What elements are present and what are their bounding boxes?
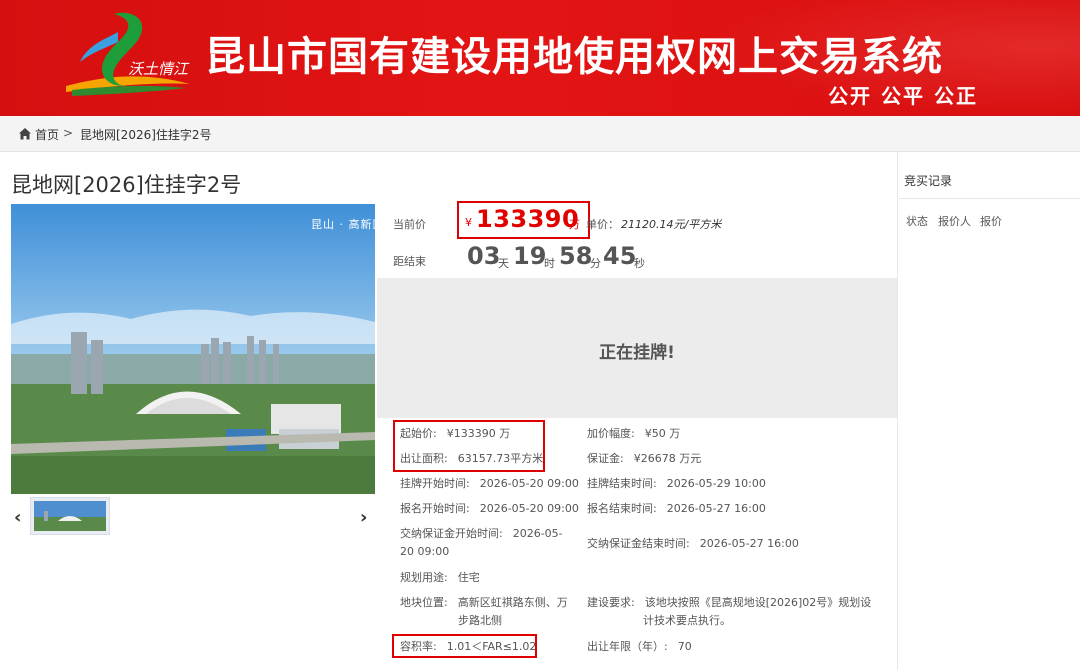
signup-start-row: 报名开始时间: 2026-05-20 09:00 (400, 502, 579, 515)
location-row: 地块位置: 高新区虹祺路东侧、万 (400, 596, 568, 609)
requirements-row-2: 计技术要点执行。 (643, 613, 731, 629)
location-value-1: 高新区虹祺路东侧、万 (457, 596, 568, 609)
deposit-start-value-2: 20 09:00 (400, 545, 450, 558)
deposit-start-row-2: 20 09:00 (400, 544, 449, 560)
requirements-value-1: 该地块按照《昆高规地设[2026]02号》规划设 (644, 596, 872, 609)
start-price-value: ¥133390 万 (446, 427, 511, 440)
term-row: 出让年限（年）: 70 (587, 640, 692, 653)
deposit-end-row: 交纳保证金结束时间: 2026-05-27 16:00 (587, 537, 799, 550)
location-row-2: 步路北侧 (458, 613, 502, 629)
remaining-label: 距结束 (393, 255, 426, 268)
deposit-row: 保证金: ¥26678 万元 (587, 452, 702, 465)
far-row: 容积率: 1.01＜FAR≤1.02 (400, 640, 537, 653)
current-price-label: 当前价 (393, 218, 426, 231)
listing-start-row: 挂牌开始时间: 2026-05-20 09:00 (400, 477, 579, 490)
increment-row: 加价幅度: ¥50 万 (587, 427, 681, 440)
price-currency: ¥ (465, 216, 472, 229)
deposit-start-row: 交纳保证金开始时间: 2026-05- (400, 527, 563, 540)
increment-value: ¥50 万 (644, 427, 681, 440)
chevron-left-icon[interactable]: ‹ (14, 507, 21, 528)
breadcrumb-home[interactable]: 首页 (35, 126, 59, 143)
countdown-days: 03 (467, 242, 501, 270)
term-value: 70 (677, 640, 692, 653)
far-value: 1.01＜FAR≤1.02 (446, 640, 537, 653)
logo-text: 沃土情江 (128, 60, 190, 78)
countdown-days-unit: 天 (498, 257, 509, 270)
page-title: 昆地网[2026]住挂字2号 (11, 173, 242, 197)
photo-watermark: 昆山 · 高新区 (311, 218, 375, 231)
listing-status: 正在挂牌! (599, 343, 675, 363)
current-price-value: 133390 (476, 205, 580, 233)
bid-record-title: 竞买记录 (904, 174, 953, 188)
signup-start-value: 2026-05-20 09:00 (479, 502, 579, 515)
area-value: 63157.73平方米 (457, 452, 544, 465)
deposit-value: ¥26678 万元 (633, 452, 702, 465)
price-unit: 万 (569, 218, 580, 231)
unit-price-label: 单价： (586, 218, 619, 231)
deposit-start-value-1: 2026-05- (512, 527, 563, 540)
listing-end-value: 2026-05-29 10:00 (666, 477, 766, 490)
column-bid: 报价 (980, 215, 1002, 228)
signup-end-row: 报名结束时间: 2026-05-27 16:00 (587, 502, 766, 515)
start-price-row: 起始价: ¥133390 万 (400, 427, 511, 440)
breadcrumb: 首页 > 昆地网[2026]住挂字2号 (0, 116, 1080, 152)
site-slogan: 公开 公平 公正 (828, 84, 978, 108)
usage-row: 规划用途: 住宅 (400, 571, 480, 584)
deposit-end-value: 2026-05-27 16:00 (699, 537, 799, 550)
photo-thumbnail[interactable] (30, 497, 110, 535)
countdown-minutes: 58 (559, 242, 593, 270)
countdown-seconds-unit: 秒 (634, 257, 645, 270)
column-bidder: 报价人 (938, 215, 971, 228)
breadcrumb-separator: > (63, 126, 74, 140)
header-banner: 沃土情江 昆山市国有建设用地使用权网上交易系统 公开 公平 公正 (0, 0, 1080, 116)
land-photo-image (11, 204, 375, 494)
countdown-hours-unit: 时 (544, 257, 555, 270)
area-row: 出让面积: 63157.73平方米 (400, 452, 544, 465)
logo: 沃土情江 (66, 12, 190, 96)
listing-start-value: 2026-05-20 09:00 (479, 477, 579, 490)
listing-panel: 昆地网[2026]住挂字2号 昆山 · 高新 ‹ › 当前价 ¥ 133390 … (0, 152, 898, 670)
requirements-row: 建设要求: 该地块按照《昆高规地设[2026]02号》规划设 (587, 596, 872, 609)
unit-price-value: 21120.14元/平方米 (621, 218, 722, 231)
countdown-minutes-unit: 分 (590, 257, 601, 270)
column-status: 状态 (906, 215, 928, 228)
location-value-2: 步路北侧 (458, 614, 502, 627)
usage-value: 住宅 (457, 571, 480, 584)
status-panel: 正在挂牌! (377, 278, 897, 418)
site-title: 昆山市国有建设用地使用权网上交易系统 (205, 34, 943, 80)
breadcrumb-current[interactable]: 昆地网[2026]住挂字2号 (80, 126, 212, 143)
bid-record-sidebar: 竞买记录 状态 报价人 报价 (899, 152, 1080, 670)
listing-end-row: 挂牌结束时间: 2026-05-29 10:00 (587, 477, 766, 490)
home-icon[interactable] (18, 127, 32, 141)
land-photo: 昆山 · 高新区 (11, 204, 375, 494)
signup-end-value: 2026-05-27 16:00 (666, 502, 766, 515)
divider (899, 198, 1080, 199)
chevron-right-icon[interactable]: › (360, 507, 367, 528)
countdown-hours: 19 (513, 242, 547, 270)
requirements-value-2: 计技术要点执行。 (643, 614, 731, 627)
countdown-seconds: 45 (603, 242, 637, 270)
